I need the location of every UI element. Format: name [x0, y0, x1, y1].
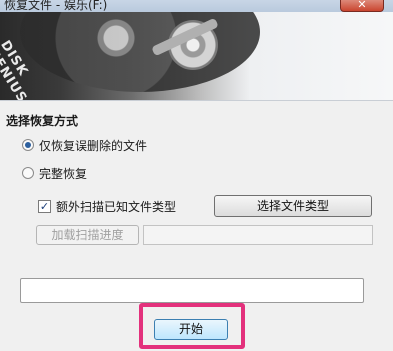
scan-progress-path-field[interactable]	[143, 225, 373, 245]
radio-full-recovery[interactable]	[22, 167, 34, 179]
close-button[interactable]: ✕	[340, 0, 384, 12]
select-file-types-button[interactable]: 选择文件类型	[214, 195, 372, 217]
title-bar: 恢复文件 - 娱乐(F:) ✕	[0, 0, 393, 12]
radio-full-recovery-label[interactable]: 完整恢复	[39, 165, 87, 182]
radio-deleted-only-label[interactable]: 仅恢复误删除的文件	[39, 137, 147, 154]
load-scan-progress-button[interactable]: 加载扫描进度	[36, 225, 139, 245]
radio-deleted-only[interactable]	[22, 139, 34, 151]
scan-known-types-label[interactable]: 额外扫描已知文件类型	[56, 198, 176, 215]
window-title: 恢复文件 - 娱乐(F:)	[4, 0, 108, 12]
hard-disk-illustration	[20, 12, 260, 92]
progress-box	[20, 278, 364, 303]
close-icon: ✕	[357, 0, 367, 11]
start-button[interactable]: 开始	[154, 319, 228, 340]
disk-genius-banner: DISK GENIUS	[0, 12, 393, 100]
scan-known-types-checkbox[interactable]: ✓	[38, 200, 51, 213]
section-title: 选择恢复方式	[6, 114, 79, 128]
recovery-options-panel: 选择恢复方式 仅恢复误删除的文件 完整恢复 ✓ 额外扫描已知文件类型 选择文件类…	[0, 100, 393, 351]
